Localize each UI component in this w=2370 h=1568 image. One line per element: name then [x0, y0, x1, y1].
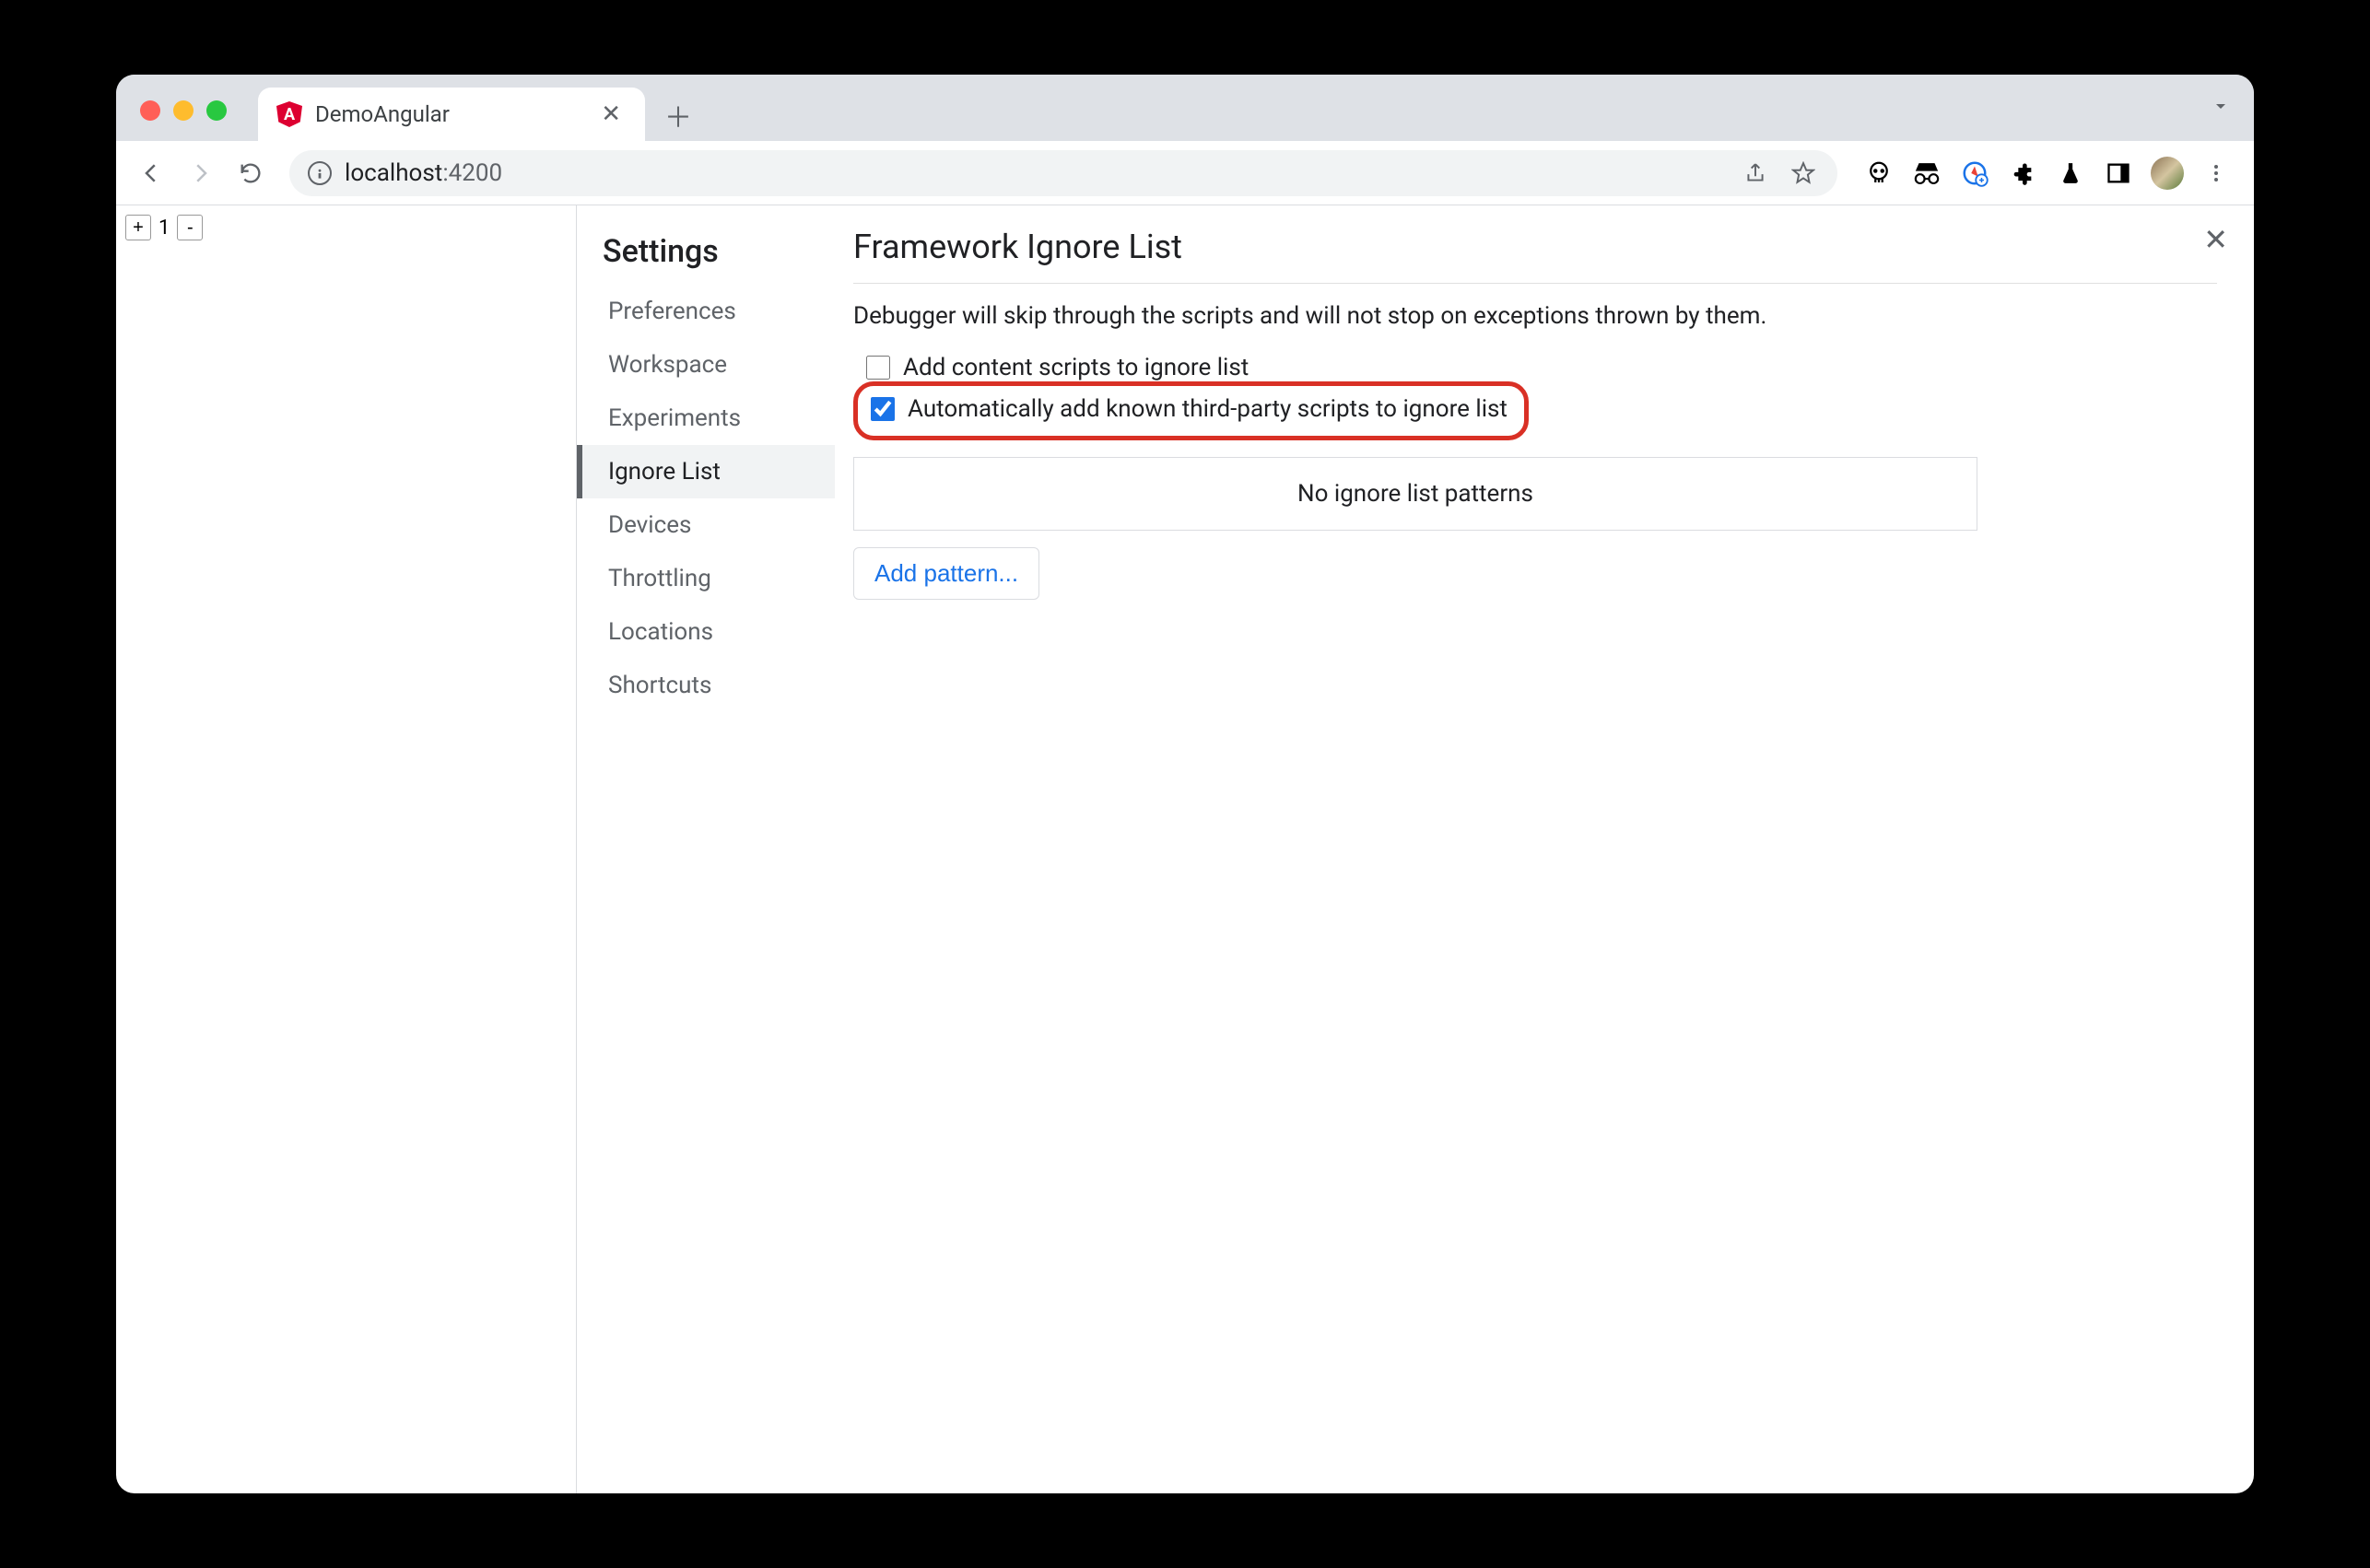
settings-close-button[interactable]: ✕ [2203, 222, 2228, 257]
nav-devices[interactable]: Devices [577, 498, 835, 552]
browser-tab[interactable]: A DemoAngular ✕ [258, 88, 645, 141]
side-panel-icon[interactable] [2103, 158, 2134, 189]
settings-sidebar: Settings Preferences Workspace Experimen… [577, 205, 835, 1493]
back-button[interactable] [131, 153, 171, 193]
checkbox-content-scripts-label: Add content scripts to ignore list [903, 354, 1249, 381]
reload-button[interactable] [230, 153, 271, 193]
url-port: :4200 [442, 159, 502, 187]
nav-experiments[interactable]: Experiments [577, 392, 835, 445]
content-area: + 1 - ✕ Settings Preferences Workspace E… [116, 205, 2254, 1493]
settings-heading: Settings [577, 222, 835, 285]
forward-button[interactable] [181, 153, 221, 193]
page-viewport: + 1 - [116, 205, 577, 1493]
counter-value: 1 [155, 216, 173, 240]
close-tab-button[interactable]: ✕ [595, 100, 627, 128]
nav-ignore-list[interactable]: Ignore List [577, 445, 835, 498]
extension-compass-icon[interactable] [1959, 158, 1990, 189]
address-bar[interactable]: localhost:4200 [289, 150, 1837, 196]
close-window-button[interactable] [140, 100, 160, 121]
settings-main-panel: Framework Ignore List Debugger will skip… [835, 205, 2254, 1493]
extensions-puzzle-icon[interactable] [2007, 158, 2038, 189]
checkbox-third-party[interactable] [871, 397, 895, 421]
extension-incognito-icon[interactable] [1911, 158, 1942, 189]
window-controls [131, 100, 240, 141]
add-pattern-button[interactable]: Add pattern... [853, 547, 1039, 600]
browser-menu-icon[interactable] [2200, 158, 2232, 189]
nav-preferences[interactable]: Preferences [577, 285, 835, 338]
tab-title: DemoAngular [315, 101, 582, 127]
angular-favicon: A [276, 101, 302, 127]
url-text: localhost:4200 [345, 159, 502, 187]
checkbox-third-party-label: Automatically add known third-party scri… [908, 395, 1508, 423]
minimize-window-button[interactable] [173, 100, 194, 121]
nav-workspace[interactable]: Workspace [577, 338, 835, 392]
highlight-annotation: Automatically add known third-party scri… [853, 381, 1529, 440]
decrement-button[interactable]: - [177, 215, 203, 240]
profile-avatar[interactable] [2151, 157, 2184, 190]
tab-strip: A DemoAngular ✕ ＋ [116, 75, 2254, 141]
nav-throttling[interactable]: Throttling [577, 552, 835, 605]
checkbox-third-party-row[interactable]: Automatically add known third-party scri… [863, 388, 1515, 430]
nav-locations[interactable]: Locations [577, 605, 835, 659]
url-host: localhost [345, 159, 442, 187]
increment-button[interactable]: + [125, 215, 151, 240]
tab-overflow-button[interactable] [2210, 93, 2232, 123]
browser-window: A DemoAngular ✕ ＋ localhost:4200 [116, 75, 2254, 1493]
extension-icons [1856, 157, 2239, 190]
maximize-window-button[interactable] [206, 100, 227, 121]
browser-toolbar: localhost:4200 [116, 141, 2254, 205]
site-info-icon[interactable] [308, 161, 332, 185]
bookmark-icon[interactable] [1788, 158, 1819, 189]
devtools-settings: ✕ Settings Preferences Workspace Experim… [577, 205, 2254, 1493]
panel-description: Debugger will skip through the scripts a… [853, 302, 2217, 330]
panel-title: Framework Ignore List [853, 228, 2217, 284]
extension-skull-icon[interactable] [1863, 158, 1895, 189]
nav-shortcuts[interactable]: Shortcuts [577, 659, 835, 712]
checkbox-content-scripts[interactable] [866, 356, 890, 380]
extension-flask-icon[interactable] [2055, 158, 2086, 189]
ignore-patterns-empty: No ignore list patterns [853, 457, 1977, 531]
new-tab-button[interactable]: ＋ [656, 93, 700, 137]
share-icon[interactable] [1740, 158, 1771, 189]
counter-widget: + 1 - [125, 215, 203, 240]
